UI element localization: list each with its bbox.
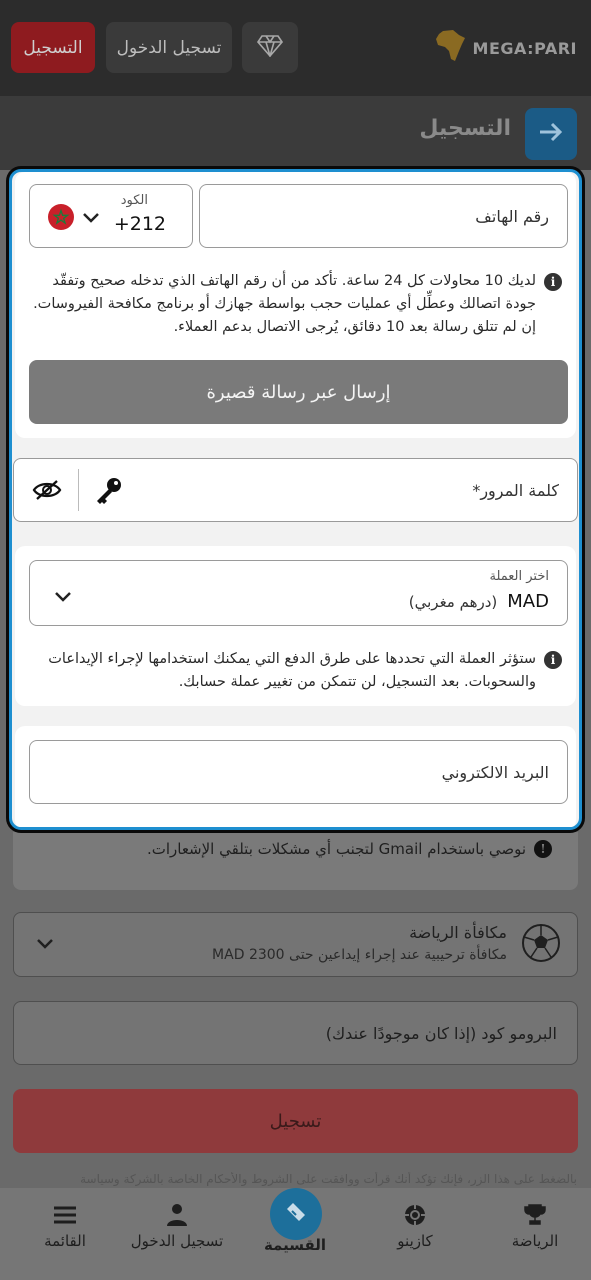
eye-off-icon[interactable] <box>32 479 62 505</box>
nav-sports-label: الرياضة <box>511 1232 559 1250</box>
register-button-top[interactable]: التسجيل <box>11 22 95 73</box>
currency-note-text: ستؤثر العملة التي تحددها على طرق الدفع ا… <box>48 651 536 690</box>
code-label: الكود <box>120 193 148 208</box>
gmail-note-card: ! نوصي باستخدام Gmail لتجنب أي مشكلات بت… <box>13 832 578 890</box>
menu-icon <box>53 1198 77 1232</box>
terms-text: بالضغط على هذا الزر، فإنك تؤكد أنك قرأت … <box>80 1172 577 1186</box>
phone-placeholder: رقم الهاتف <box>475 207 549 226</box>
bonus-subtitle: مكافأة ترحيبية عند إجراء إيداعين حتى 230… <box>212 947 507 963</box>
logo[interactable]: MEGA:PARI <box>435 30 577 66</box>
send-sms-button[interactable]: إرسال عبر رسالة قصيرة <box>29 360 568 424</box>
currency-select[interactable]: اختر العملة MAD (درهم مغربي) <box>29 560 568 626</box>
bonus-select[interactable]: مكافأة الرياضة مكافأة ترحيبية عند إجراء … <box>13 912 578 977</box>
page-title: التسجيل <box>419 116 511 141</box>
login-button-top[interactable]: تسجيل الدخول <box>106 22 232 73</box>
gmail-note: نوصي باستخدام Gmail لتجنب أي مشكلات بتلق… <box>146 840 526 858</box>
alert-icon: ! <box>534 840 552 858</box>
country-code-select[interactable]: الكود +212 <box>29 184 193 248</box>
password-input[interactable]: كلمة المرور* <box>13 458 578 522</box>
nav-casino[interactable]: كازينو <box>359 1198 471 1270</box>
casino-chip-icon <box>403 1198 427 1232</box>
africa-icon <box>435 29 467 67</box>
nav-casino-label: كازينو <box>397 1232 433 1250</box>
currency-label: اختر العملة <box>489 569 549 584</box>
phone-note: i لديك 10 محاولات كل 24 ساعة. تأكد من أن… <box>22 270 562 339</box>
page-header: التسجيل <box>0 96 591 170</box>
nav-coupon-label: القسيمة <box>263 1236 327 1254</box>
ticket-icon <box>283 1199 309 1229</box>
email-input[interactable]: البريد الالكتروني <box>29 740 568 804</box>
chevron-down-icon <box>82 209 100 228</box>
back-button[interactable] <box>525 108 577 160</box>
nav-menu[interactable]: القائمة <box>15 1198 115 1270</box>
currency-name: (درهم مغربي) <box>408 593 498 611</box>
nav-login[interactable]: تسجيل الدخول <box>115 1198 239 1270</box>
currency-card: اختر العملة MAD (درهم مغربي) i ستؤثر الع… <box>15 546 576 706</box>
football-icon <box>521 923 561 967</box>
info-icon: i <box>544 273 562 291</box>
top-bar: التسجيل تسجيل الدخول MEGA:PARI <box>0 0 591 96</box>
currency-note: i ستؤثر العملة التي تحددها على طرق الدفع… <box>22 648 562 694</box>
bonus-title: مكافأة الرياضة <box>409 923 507 942</box>
nav-coupon[interactable]: القسيمة <box>239 1236 351 1276</box>
chevron-down-icon <box>54 588 72 607</box>
nav-coupon-badge[interactable] <box>270 1188 322 1240</box>
nav-menu-label: القائمة <box>44 1232 86 1250</box>
currency-code: MAD <box>507 591 549 612</box>
chevron-down-icon <box>36 935 54 954</box>
diamond-icon <box>256 34 284 61</box>
password-placeholder: كلمة المرور* <box>472 481 559 500</box>
code-value: +212 <box>113 213 166 235</box>
email-card: البريد الالكتروني <box>15 726 576 827</box>
promo-placeholder: البرومو كود (إذا كان موجودًا عندك) <box>325 1024 557 1043</box>
logo-text: MEGA:PARI <box>472 38 577 58</box>
promo-code-input[interactable]: البرومو كود (إذا كان موجودًا عندك) <box>13 1001 578 1065</box>
phone-card: الكود +212 رقم الهاتف i لديك 10 محاولات … <box>15 172 576 438</box>
register-submit-button[interactable]: تسجيل <box>13 1089 578 1153</box>
email-placeholder: البريد الالكتروني <box>441 763 549 782</box>
user-icon <box>166 1198 188 1232</box>
divider <box>78 469 79 511</box>
nav-sports[interactable]: الرياضة <box>479 1198 591 1270</box>
registration-modal: الكود +212 رقم الهاتف i لديك 10 محاولات … <box>9 169 582 830</box>
bottom-nav: الرياضة كازينو القسيمة تسجيل الدخول القا… <box>0 1188 591 1280</box>
nav-login-label: تسجيل الدخول <box>130 1232 224 1250</box>
phone-number-input[interactable]: رقم الهاتف <box>199 184 568 248</box>
morocco-flag-icon <box>47 203 75 235</box>
trophy-icon <box>523 1198 547 1232</box>
phone-note-text: لديك 10 محاولات كل 24 ساعة. تأكد من أن ر… <box>33 273 536 335</box>
key-icon[interactable] <box>94 475 124 509</box>
arrow-right-icon <box>538 121 564 147</box>
diamond-button[interactable] <box>242 22 298 73</box>
info-icon: i <box>544 651 562 669</box>
